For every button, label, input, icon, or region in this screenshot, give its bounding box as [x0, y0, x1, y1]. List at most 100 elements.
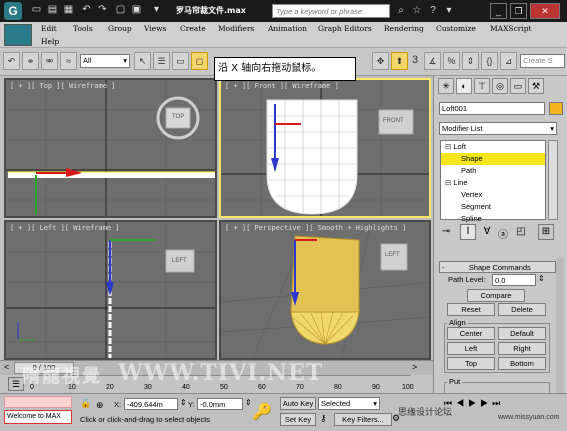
compare-button[interactable]: Compare [467, 289, 525, 302]
viewport-left-label[interactable]: [ + ][ Left ][ Wireframe ] [10, 224, 120, 232]
application-button[interactable] [4, 24, 32, 46]
menu-group[interactable]: Group [108, 24, 132, 33]
left-button[interactable]: Left [447, 342, 495, 355]
absolute-mode-icon[interactable]: ⊕ [96, 400, 110, 412]
menu-tools[interactable]: Tools [73, 24, 93, 33]
delete-button[interactable]: Delete [498, 303, 546, 316]
menu-modifiers[interactable]: Modifiers [218, 24, 254, 33]
show-end-result-icon[interactable]: Ⅰ [460, 224, 476, 240]
path-level-input[interactable]: 0.0 [492, 274, 536, 286]
viewcube-left-label[interactable]: LEFT [172, 258, 187, 264]
lock-selection-icon[interactable]: 🔒 [80, 398, 91, 409]
dropdown-arrow-icon[interactable]: ▾ [150, 3, 163, 17]
viewcube-perspective-label[interactable]: LEFT [385, 252, 400, 258]
selection-region-icon[interactable]: ▭ [172, 52, 189, 70]
star-icon[interactable]: ☆ [410, 3, 424, 18]
motion-tab-icon[interactable]: ◎ [492, 78, 508, 94]
menu-rendering[interactable]: Rendering [384, 24, 424, 33]
viewcube-front-label[interactable]: FRONT [383, 118, 404, 124]
percent-snap-icon[interactable]: % [443, 52, 460, 70]
center-button[interactable]: Center [447, 327, 495, 340]
undo-icon[interactable]: ↶ [80, 3, 93, 17]
help-icon[interactable]: ? [426, 3, 440, 18]
maxscript-mini-listener[interactable] [4, 396, 72, 408]
maxscript-listener[interactable]: Welcome to MAX [4, 410, 72, 424]
select-link-icon[interactable]: ⚭ [22, 52, 39, 70]
selection-filter-dropdown[interactable]: All ▾ [80, 54, 130, 68]
hierarchy-tab-icon[interactable]: ⊤ [474, 78, 490, 94]
set-key-mode-icon[interactable]: 🔑 [252, 402, 272, 422]
x-spinner-icon[interactable]: ⇕ [180, 398, 187, 407]
menu-animation[interactable]: Animation [268, 24, 307, 33]
window-crossing-icon[interactable]: ◻ [191, 52, 208, 70]
select-object-icon[interactable]: ↖ [134, 52, 151, 70]
save-file-icon[interactable]: ▦ [62, 3, 75, 17]
remove-modifier-icon[interactable]: ⓐ [496, 226, 510, 241]
viewport-top-label[interactable]: [ + ][ Top ][ Wireframe ] [10, 82, 115, 90]
select-move-icon[interactable]: ✥ [372, 52, 389, 70]
new-file-icon[interactable]: ▭ [30, 3, 43, 17]
time-slider-next-icon[interactable]: > [412, 362, 417, 372]
minimize-icon[interactable]: _ [490, 3, 507, 19]
viewcube-top-label[interactable]: TOP [172, 114, 184, 120]
create-selection-set-field[interactable]: Create S [520, 54, 565, 68]
set-key-button[interactable]: Set Key [280, 413, 316, 426]
menu-customize[interactable]: Customize [436, 24, 476, 33]
y-spinner-icon[interactable]: ⇕ [245, 398, 252, 407]
menu-edit[interactable]: Edit [41, 24, 57, 33]
bottom-button[interactable]: Bottom [498, 357, 546, 370]
playback-controls[interactable]: ⏮◀▶▶⏭ [444, 398, 504, 409]
select-rotate-icon[interactable]: ⬆ [391, 52, 408, 70]
restore-icon[interactable]: ❐ [510, 3, 527, 19]
angle-snap-icon[interactable]: ∡ [424, 52, 441, 70]
viewport-left[interactable]: [ + ][ Left ][ Wireframe ] LEFT [4, 220, 217, 360]
menu-graph-editors[interactable]: Graph Editors [318, 24, 372, 33]
hold-icon[interactable]: ▢ [114, 3, 127, 17]
modify-tab-icon[interactable]: ◐ [456, 78, 472, 94]
auto-key-button[interactable]: Auto Key [280, 397, 316, 410]
path-level-spinner-icon[interactable]: ⇕ [538, 274, 545, 283]
edit-named-selection-icon[interactable]: {} [481, 52, 498, 70]
unlink-icon[interactable]: ⚮ [41, 52, 58, 70]
stack-item-path[interactable]: Path [441, 165, 545, 177]
shape-commands-rollout[interactable]: - Shape Commands [439, 261, 556, 273]
key-filter-select[interactable]: Selected ▾ [318, 397, 380, 410]
redo-icon[interactable]: ↷ [96, 3, 109, 17]
stack-item-vertex[interactable]: Vertex [441, 189, 545, 201]
viewport-perspective-label[interactable]: [ + ][ Perspective ][ Smooth + Highlight… [225, 224, 406, 232]
modifier-list-dropdown[interactable]: Modifier List ▾ [439, 122, 557, 135]
menu-help[interactable]: Help [41, 37, 59, 46]
menu-views[interactable]: Views [144, 24, 166, 33]
menu-maxscript[interactable]: MAXScript [490, 24, 532, 33]
stack-item-segment[interactable]: Segment [441, 201, 545, 213]
make-unique-icon[interactable]: ∀ [480, 226, 494, 240]
select-by-name-icon[interactable]: ☰ [153, 52, 170, 70]
viewport-perspective[interactable]: [ + ][ Perspective ][ Smooth + Highlight… [219, 220, 431, 360]
spinner-snap-icon[interactable]: ⇕ [462, 52, 479, 70]
stack-item-line[interactable]: ⊟ Line [441, 177, 545, 189]
object-color-swatch[interactable] [549, 102, 563, 115]
binoculars-icon[interactable]: ⌕ [394, 3, 408, 18]
snaps-toggle-icon[interactable]: 3 [412, 54, 418, 66]
search-input[interactable]: Type a keyword or phrase [272, 4, 390, 18]
utilities-tab-icon[interactable]: ⚒ [528, 78, 544, 94]
bind-space-warp-icon[interactable]: ≈ [60, 52, 77, 70]
configure-sets-icon[interactable]: ◰ [514, 226, 528, 240]
x-coord-input[interactable]: -409.644m [124, 398, 178, 410]
app-logo-icon[interactable]: G [4, 2, 22, 20]
top-button[interactable]: Top [447, 357, 495, 370]
default-button[interactable]: Default [498, 327, 546, 340]
y-coord-input[interactable]: -0.0mm [197, 398, 243, 410]
stack-item-spline[interactable]: Spline [441, 213, 545, 225]
stack-item-loft[interactable]: ⊟ Loft [441, 141, 545, 153]
undo-button[interactable]: ↶ [3, 52, 20, 70]
stack-item-shape[interactable]: Shape [441, 153, 545, 165]
rollout-toggle-icon[interactable]: ⊞ [538, 224, 554, 240]
object-name-field[interactable]: Loft001 [439, 102, 545, 115]
open-file-icon[interactable]: ▤ [46, 3, 59, 17]
right-button[interactable]: Right [498, 342, 546, 355]
fetch-icon[interactable]: ▣ [130, 3, 143, 17]
command-panel-scrollbar[interactable] [556, 258, 564, 396]
pin-stack-icon[interactable]: ⊸ [437, 226, 455, 240]
help-dropdown-icon[interactable]: ▾ [442, 3, 456, 18]
